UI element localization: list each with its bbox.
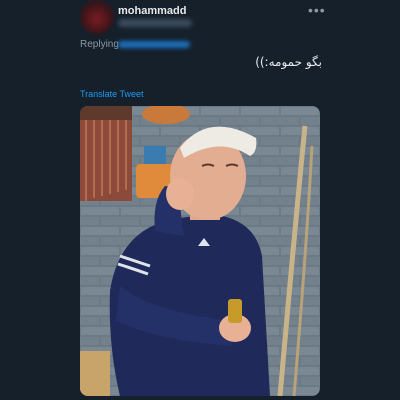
media-photo bbox=[80, 106, 320, 396]
macrame-decoration bbox=[80, 106, 132, 201]
display-name[interactable]: mohammadd bbox=[118, 5, 186, 17]
replying-label: Replying bbox=[80, 39, 119, 50]
blurred-reply-handle[interactable] bbox=[118, 41, 190, 48]
tweet-text: بگو حمومه:)) bbox=[255, 55, 322, 69]
tweet-media-image[interactable] bbox=[80, 106, 320, 396]
tweet: mohammadd ••• Replying بگو حمومه:)) Tran… bbox=[0, 0, 400, 400]
blurred-handle bbox=[118, 19, 192, 27]
translate-tweet-link[interactable]: Translate Tweet bbox=[80, 89, 144, 99]
more-icon[interactable]: ••• bbox=[308, 2, 326, 18]
shelf bbox=[80, 351, 110, 396]
avatar[interactable] bbox=[80, 0, 114, 34]
